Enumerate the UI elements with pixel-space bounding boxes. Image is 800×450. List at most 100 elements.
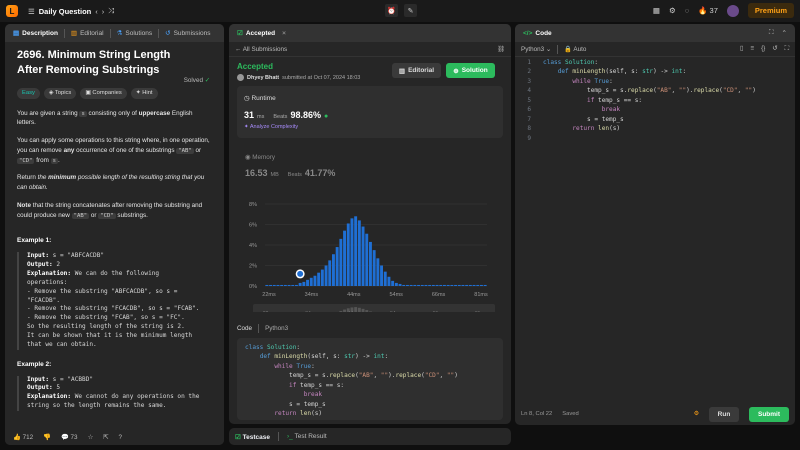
expand-icon[interactable]: ⛶ <box>769 29 774 37</box>
avatar[interactable] <box>237 74 244 81</box>
autocomplete-toggle[interactable]: 🔒 Auto <box>564 45 586 53</box>
solution-button[interactable]: ⊕ Solution <box>446 63 495 78</box>
chart-bar[interactable] <box>272 284 276 286</box>
daily-question-title[interactable]: Daily Question <box>39 7 92 16</box>
chart-bar[interactable] <box>365 233 369 286</box>
editorial-button[interactable]: ▥ Editorial <box>392 63 441 78</box>
chart-bar[interactable] <box>291 284 295 286</box>
chart-bar[interactable] <box>443 284 446 286</box>
submit-button[interactable]: Submit <box>749 406 789 422</box>
braces-icon[interactable]: {} <box>761 45 765 53</box>
link-icon[interactable]: ⛓ <box>497 45 505 53</box>
tab-accepted[interactable]: ☑ Accepted × <box>233 24 290 42</box>
bookmark-icon[interactable]: ▯ <box>740 45 743 53</box>
bell-icon[interactable]: ◌ <box>685 6 689 15</box>
chart-bar[interactable] <box>309 277 313 286</box>
chevron-left-icon[interactable]: ‹ <box>95 7 98 16</box>
chart-bar[interactable] <box>357 220 361 286</box>
leetcode-logo[interactable]: L <box>6 5 18 17</box>
chart-bar[interactable] <box>417 284 420 286</box>
chart-bar[interactable] <box>394 282 398 286</box>
notes-icon[interactable]: ✎ <box>404 4 417 17</box>
star-icon[interactable]: ☆ <box>88 434 94 441</box>
chart-bar[interactable] <box>468 284 472 286</box>
chart-bar[interactable] <box>446 284 450 286</box>
chart-bar[interactable] <box>339 238 343 286</box>
chart-bar[interactable] <box>306 279 309 286</box>
chart-bar[interactable] <box>398 283 402 286</box>
chart-bar[interactable] <box>431 284 435 286</box>
runtime-distribution-chart[interactable]: 8% 6% 4% 2% 0% 22ms 34ms 44ms 54ms 66ms 81ms 22ms 34… <box>229 192 511 312</box>
chart-bar[interactable] <box>354 216 358 286</box>
chart-bar[interactable] <box>476 284 480 286</box>
like-button[interactable]: 👍 712 <box>13 433 33 441</box>
chart-bar[interactable] <box>472 284 476 286</box>
chart-bar[interactable] <box>457 284 461 286</box>
chart-bar[interactable] <box>346 223 350 286</box>
tab-test-result[interactable]: ›_ Test Result <box>287 433 327 440</box>
companies-chip[interactable]: ▣ Companies <box>80 87 127 99</box>
all-submissions-link[interactable]: ← All Submissions <box>235 46 287 53</box>
reset-icon[interactable]: ↺ <box>772 45 777 53</box>
tab-submissions[interactable]: ↺ Submissions <box>161 24 214 42</box>
tab-testcase[interactable]: ☑ Testcase <box>235 433 270 441</box>
tab-editorial[interactable]: ▥ Editorial <box>67 24 108 42</box>
streak-counter[interactable]: 🔥 37 <box>698 6 718 15</box>
chart-bar[interactable] <box>269 284 272 286</box>
chart-bar[interactable] <box>324 265 328 287</box>
timer-icon[interactable]: ⏰ <box>385 4 398 17</box>
range-brush[interactable] <box>253 304 495 312</box>
fullscreen-icon[interactable]: ⛶ <box>785 45 789 53</box>
dislike-icon[interactable]: 👎 <box>43 433 51 441</box>
chart-bar[interactable] <box>480 284 483 286</box>
comments-button[interactable]: 💬 73 <box>61 433 78 441</box>
share-icon[interactable]: ⇱ <box>103 434 108 441</box>
close-icon[interactable]: × <box>282 30 286 37</box>
chart-bar[interactable] <box>454 284 457 286</box>
chart-bar[interactable] <box>265 284 269 286</box>
help-icon[interactable]: ? <box>119 434 123 441</box>
chart-bar[interactable] <box>361 226 365 286</box>
chart-bar[interactable] <box>283 284 287 286</box>
debug-icon[interactable]: ⚙ <box>694 411 699 417</box>
chart-bar[interactable] <box>387 276 391 286</box>
chart-bar[interactable] <box>328 260 332 286</box>
chart-bar[interactable] <box>298 282 302 286</box>
chart-bar[interactable] <box>295 284 298 286</box>
chart-bar[interactable] <box>420 284 424 286</box>
chart-bar[interactable] <box>343 230 346 286</box>
chart-bar[interactable] <box>320 269 324 286</box>
chart-bar[interactable] <box>450 284 454 286</box>
chart-bar[interactable] <box>313 275 317 286</box>
hint-chip[interactable]: ✦ Hint <box>130 87 158 99</box>
analyze-complexity-link[interactable]: ✦ Analyze Complexity <box>244 124 298 130</box>
premium-button[interactable]: Premium <box>747 3 794 18</box>
code-editor[interactable]: 1 class Solution: 2 def minLength(self, s… <box>515 58 756 143</box>
chart-bar[interactable] <box>376 258 380 286</box>
difficulty-badge[interactable]: Easy <box>17 87 40 99</box>
chart-bar[interactable] <box>439 284 443 286</box>
format-icon[interactable]: ≡ <box>750 45 754 53</box>
chart-bar[interactable] <box>350 218 354 286</box>
chart-bar[interactable] <box>435 284 439 286</box>
layout-icon[interactable]: ▦ <box>653 6 660 15</box>
chart-bar[interactable] <box>409 284 413 286</box>
chart-bar[interactable] <box>406 284 409 286</box>
chart-bar[interactable] <box>287 284 291 286</box>
chart-bar[interactable] <box>402 284 406 286</box>
chart-bar[interactable] <box>380 265 383 287</box>
language-select[interactable]: Python3 ⌄ <box>521 46 551 53</box>
chart-bar[interactable] <box>280 284 284 286</box>
minimize-icon[interactable]: ⌃ <box>782 29 787 37</box>
chart-bar[interactable] <box>461 284 465 286</box>
username[interactable]: Dhyey Bhatt <box>247 75 279 81</box>
chart-bar[interactable] <box>369 241 372 286</box>
chart-bar[interactable] <box>317 272 321 286</box>
chart-bar[interactable] <box>335 247 339 286</box>
shuffle-icon[interactable]: ⤨ <box>108 6 114 16</box>
chart-bar[interactable] <box>391 280 395 286</box>
chart-bar[interactable] <box>332 254 335 286</box>
chart-bar[interactable] <box>383 271 387 286</box>
chevron-right-icon[interactable]: › <box>102 7 105 16</box>
chart-bar[interactable] <box>413 284 417 286</box>
